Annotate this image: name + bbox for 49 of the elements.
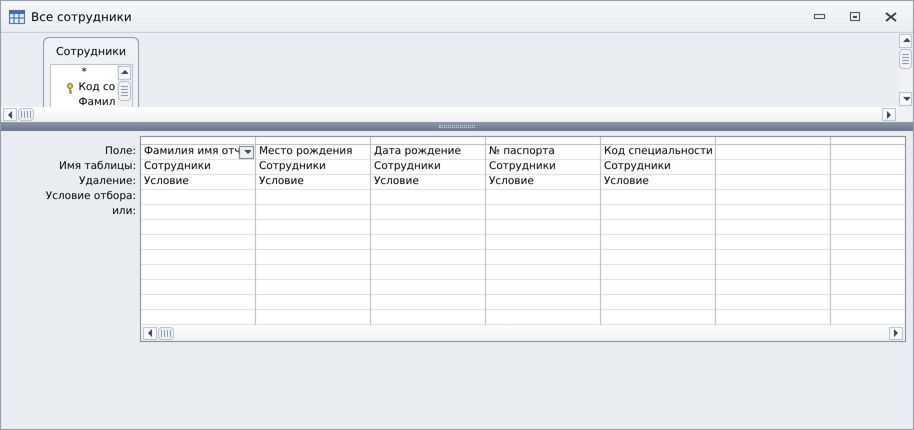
field-name[interactable]: Фамил (78, 95, 116, 107)
vertical-scrollbar[interactable] (898, 33, 913, 122)
left-arrow-icon (146, 328, 154, 338)
row-label: Удаление: (79, 174, 136, 189)
window-title: Все сотрудники (31, 8, 132, 26)
scroll-thumb[interactable] (18, 108, 34, 121)
dropdown-button[interactable] (239, 146, 254, 158)
down-arrow-icon (242, 147, 250, 157)
query-icon (9, 10, 25, 24)
down-arrow-icon (902, 94, 910, 104)
grid-cell[interactable]: Сотрудники (256, 159, 326, 175)
horizontal-scrollbar[interactable] (141, 325, 905, 341)
scroll-thumb[interactable] (899, 49, 912, 69)
scroll-left-button[interactable] (143, 326, 157, 340)
field-list-title: Сотрудники (56, 44, 126, 60)
field-cell[interactable]: Место рождения (256, 145, 370, 159)
row-label: Имя таблицы: (59, 159, 136, 174)
grid-cell[interactable]: Условие (486, 174, 534, 190)
close-icon (885, 12, 897, 22)
grid-cell[interactable]: Условие (256, 174, 304, 190)
field-cell[interactable]: Дата рождение (371, 145, 485, 159)
field-name[interactable]: Код со (78, 80, 116, 96)
grid-cell[interactable]: Сотрудники (371, 159, 441, 175)
grid-cell[interactable]: Сотрудники (141, 159, 211, 175)
field-cell[interactable]: Код специальности (601, 145, 715, 159)
scroll-down-button[interactable] (899, 92, 912, 106)
splitter-grip[interactable] (439, 125, 475, 128)
grid-cell[interactable]: Условие (601, 174, 649, 190)
row-label: или: (112, 204, 136, 219)
scroll-up-button[interactable] (899, 34, 912, 48)
grid-cell[interactable]: Условие (371, 174, 419, 190)
row-label: Условие отбора: (46, 189, 136, 204)
key-icon (66, 82, 74, 94)
scroll-right-button[interactable] (882, 108, 896, 121)
right-arrow-icon (885, 110, 893, 120)
grid-cell[interactable]: Сотрудники (486, 159, 556, 175)
field-cell[interactable]: № паспорта (486, 145, 600, 159)
grid-cell[interactable]: Условие (141, 174, 189, 190)
scroll-thumb[interactable] (158, 326, 174, 340)
scroll-thumb[interactable] (118, 80, 130, 100)
scroll-right-button[interactable] (889, 326, 903, 340)
scroll-left-button[interactable] (3, 108, 17, 121)
grid-cell[interactable]: Сотрудники (601, 159, 671, 175)
left-arrow-icon (6, 110, 14, 120)
right-arrow-icon (892, 328, 900, 338)
scroll-up-button[interactable] (118, 66, 130, 80)
row-label: Поле: (104, 144, 136, 159)
horizontal-scrollbar[interactable] (1, 107, 898, 122)
field-name[interactable]: * (82, 65, 87, 81)
